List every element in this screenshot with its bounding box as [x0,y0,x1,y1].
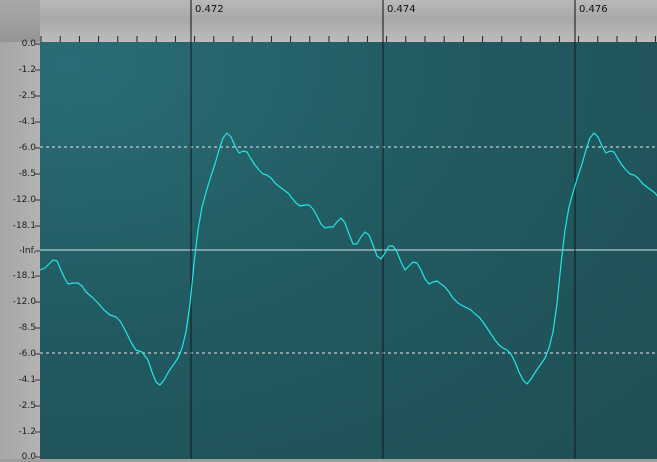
level-label: -2.5 [18,401,36,411]
level-label: -12.0 [12,195,36,205]
time-ruler[interactable]: 0.472 0.474 0.476 [40,0,657,43]
level-label: -2.5 [18,91,36,101]
time-label-0476: 0.476 [579,4,608,15]
level-label: -8.5 [18,323,36,333]
waveform-view[interactable] [40,42,657,459]
level-label: -4.1 [18,117,36,127]
waveform-canvas [40,42,657,459]
waveform-trace [40,132,657,386]
time-label-0474: 0.474 [387,4,416,15]
level-label: -12.0 [12,297,36,307]
level-label: -6.0 [18,143,36,153]
level-label: -18.1 [12,271,36,281]
level-label: 0.0 [21,452,36,462]
level-label: -18.1 [12,221,36,231]
level-label: -6.0 [18,349,36,359]
level-label: -1.2 [18,65,36,75]
level-label: 0.0 [21,39,36,49]
level-label: -1.2 [18,427,36,437]
level-label: -8.5 [18,169,36,179]
time-ruler-ticks [40,0,656,42]
ruler-corner [0,0,41,42]
level-label-center: -Inf. [19,246,36,256]
level-label: -4.1 [18,375,36,385]
level-scale[interactable]: 0.0 -1.2 -2.5 -4.1 -6.0 -8.5 -12.0 -18.1… [0,39,41,462]
time-label-0472: 0.472 [195,4,224,15]
